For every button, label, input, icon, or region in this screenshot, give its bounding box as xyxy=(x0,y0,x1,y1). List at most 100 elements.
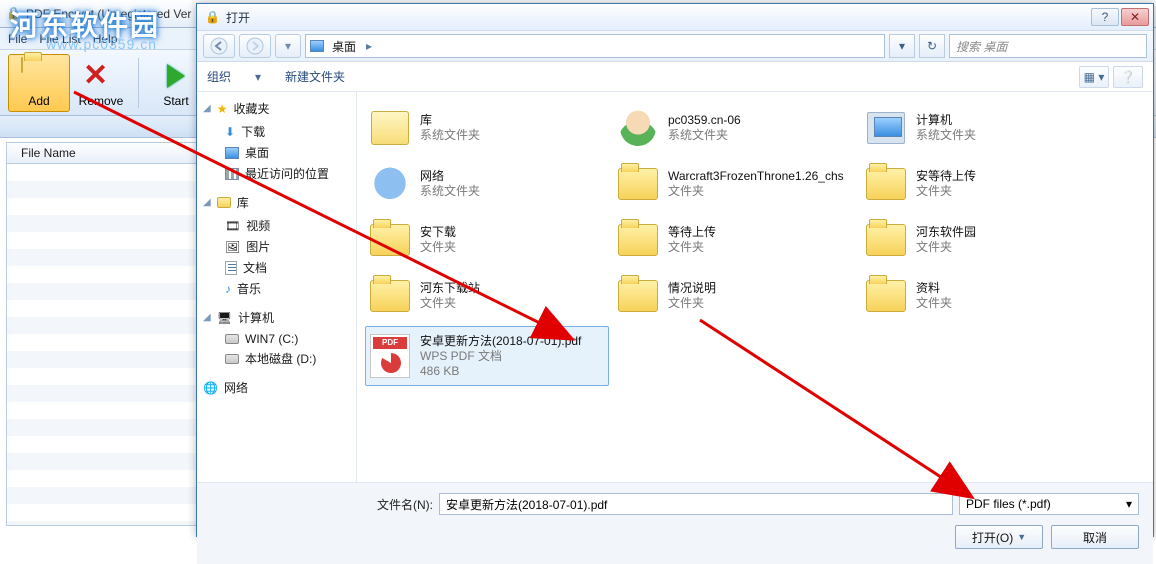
file-size: 486 KB xyxy=(420,364,581,379)
download-icon: ⬇ xyxy=(225,125,235,139)
network-icon xyxy=(371,167,409,201)
desktop-icon xyxy=(225,147,239,159)
sidebar-item-recent[interactable]: 最近访问的位置 xyxy=(203,163,350,184)
sidebar-item-music[interactable]: ♪音乐 xyxy=(203,278,350,299)
start-label: Start xyxy=(163,94,188,108)
folder-icon xyxy=(618,168,658,200)
toolbar-separator xyxy=(138,58,139,108)
document-icon xyxy=(225,261,237,275)
menu-help[interactable]: Help xyxy=(93,32,118,46)
sidebar-item-pictures[interactable]: 🖼图片 xyxy=(203,236,350,257)
lock-icon: 🔒 xyxy=(205,10,220,24)
fav-label[interactable]: 收藏夹 xyxy=(233,100,269,117)
menu-filelist[interactable]: File List xyxy=(39,32,80,46)
sidebar-item-desktop[interactable]: 桌面 xyxy=(203,142,350,163)
music-icon: ♪ xyxy=(225,282,231,296)
folder-icon xyxy=(370,224,410,256)
folder-icon xyxy=(370,280,410,312)
sidebar-item-documents[interactable]: 文档 xyxy=(203,257,350,278)
open-button[interactable]: 打开(O)▼ xyxy=(955,525,1043,549)
side-computer: ◢🖥计算机 WIN7 (C:) 本地磁盘 (D:) xyxy=(203,309,350,369)
side-network: 🌐 网络 xyxy=(203,379,350,396)
file-content-area[interactable]: 库系统文件夹 pc0359.cn-06系统文件夹 计算机系统文件夹 网络系统文件… xyxy=(357,92,1153,482)
history-dropdown[interactable]: ▾ xyxy=(889,34,915,58)
menu-file[interactable]: File xyxy=(8,32,27,46)
organize-button[interactable]: 组织 xyxy=(207,68,231,85)
remove-label: Remove xyxy=(79,94,124,108)
dlg-navbar: ▾ 桌面 ▸ ▾ ↻ 搜索 桌面 xyxy=(197,30,1153,62)
back-button[interactable] xyxy=(203,34,235,58)
chevron-down-icon[interactable]: ▾ xyxy=(255,70,261,84)
folder-icon xyxy=(866,168,906,200)
recent-dropdown[interactable]: ▾ xyxy=(275,34,301,58)
play-icon xyxy=(158,58,194,94)
tile-network[interactable]: 网络系统文件夹 xyxy=(365,158,609,210)
picture-icon: 🖼 xyxy=(225,240,240,254)
collapse-icon[interactable]: ◢ xyxy=(203,197,211,208)
search-input[interactable]: 搜索 桌面 xyxy=(949,34,1147,58)
dlg-body: ◢ ★ 收藏夹 ⬇下载 桌面 最近访问的位置 ◢ 库 🎞视频 🖼图片 文档 ♪音乐 ◢… xyxy=(197,92,1153,482)
breadcrumb-seg[interactable]: 桌面 xyxy=(324,38,364,55)
breadcrumb[interactable]: 桌面 ▸ xyxy=(305,34,885,58)
view-button[interactable]: ▦ ▾ xyxy=(1079,66,1109,88)
tile-folder[interactable]: 等待上传文件夹 xyxy=(613,214,857,266)
folder-icon xyxy=(866,224,906,256)
dlg-titlebar[interactable]: 🔒 打开 ? ✕ xyxy=(197,4,1153,30)
tile-folder[interactable]: 安等待上传文件夹 xyxy=(861,158,1105,210)
recent-icon xyxy=(225,168,239,180)
remove-icon: ✕ xyxy=(83,58,119,94)
folder-icon xyxy=(866,280,906,312)
tile-folder[interactable]: 情况说明文件夹 xyxy=(613,270,857,322)
net-label[interactable]: 网络 xyxy=(224,379,248,396)
library-icon xyxy=(217,197,231,208)
user-icon xyxy=(620,110,656,146)
tile-library[interactable]: 库系统文件夹 xyxy=(365,102,609,154)
drive-icon xyxy=(225,354,239,364)
open-dialog: 🔒 打开 ? ✕ ▾ 桌面 ▸ ▾ ↻ 搜索 桌面 组织 ▾ 新建文件夹 ▦ ▾ … xyxy=(196,3,1154,537)
remove-button[interactable]: ✕ Remove xyxy=(70,54,132,112)
refresh-button[interactable]: ↻ xyxy=(919,34,945,58)
tile-userfolder[interactable]: pc0359.cn-06系统文件夹 xyxy=(613,102,857,154)
sidebar-item-drive-d[interactable]: 本地磁盘 (D:) xyxy=(203,348,350,369)
file-type: WPS PDF 文档 xyxy=(420,349,581,364)
chevron-down-icon[interactable]: ▼ xyxy=(1017,532,1026,542)
filter-text: PDF files (*.pdf) xyxy=(966,497,1051,511)
tile-folder[interactable]: 河东下载站文件夹 xyxy=(365,270,609,322)
help-small-button[interactable]: ❔ xyxy=(1113,66,1143,88)
chevron-right-icon[interactable]: ▸ xyxy=(364,39,374,53)
sidebar-item-drive-c[interactable]: WIN7 (C:) xyxy=(203,330,350,348)
collapse-icon[interactable]: ◢ xyxy=(203,103,211,114)
sidebar-item-downloads[interactable]: ⬇下载 xyxy=(203,121,350,142)
app-icon: 🔒 xyxy=(6,6,22,22)
filetype-filter[interactable]: PDF files (*.pdf)▾ xyxy=(959,493,1139,515)
side-favorites: ◢ ★ 收藏夹 ⬇下载 桌面 最近访问的位置 xyxy=(203,100,350,184)
tile-computer[interactable]: 计算机系统文件夹 xyxy=(861,102,1105,154)
filename-input[interactable] xyxy=(439,493,953,515)
newfolder-button[interactable]: 新建文件夹 xyxy=(285,68,345,85)
tile-folder[interactable]: Warcraft3FrozenThrone1.26_chs文件夹 xyxy=(613,158,857,210)
sidebar-item-videos[interactable]: 🎞视频 xyxy=(203,215,350,236)
close-button[interactable]: ✕ xyxy=(1121,8,1149,26)
tile-folder[interactable]: 资料文件夹 xyxy=(861,270,1105,322)
video-icon: 🎞 xyxy=(225,219,240,233)
tile-folder[interactable]: 安下载文件夹 xyxy=(365,214,609,266)
pdf-icon xyxy=(370,334,410,378)
dlg-bottom: 文件名(N): PDF files (*.pdf)▾ 打开(O)▼ 取消 xyxy=(197,482,1153,564)
add-button[interactable]: Add xyxy=(8,54,70,112)
dlg-toolbar: 组织 ▾ 新建文件夹 ▦ ▾ ❔ xyxy=(197,62,1153,92)
forward-button[interactable] xyxy=(239,34,271,58)
folder-icon xyxy=(618,280,658,312)
pc-label[interactable]: 计算机 xyxy=(238,309,274,326)
network-icon: 🌐 xyxy=(203,381,218,395)
tile-pdf-file[interactable]: 安卓更新方法(2018-07-01).pdf WPS PDF 文档 486 KB xyxy=(365,326,609,386)
cancel-button[interactable]: 取消 xyxy=(1051,525,1139,549)
collapse-icon[interactable]: ◢ xyxy=(203,312,211,323)
star-icon: ★ xyxy=(217,102,228,116)
help-button[interactable]: ? xyxy=(1091,8,1119,26)
desktop-icon xyxy=(310,40,324,52)
filename-label: 文件名(N): xyxy=(377,496,433,513)
folder-open-icon xyxy=(21,58,57,94)
lib-label[interactable]: 库 xyxy=(237,194,249,211)
tile-folder[interactable]: 河东软件园文件夹 xyxy=(861,214,1105,266)
folder-icon xyxy=(618,224,658,256)
